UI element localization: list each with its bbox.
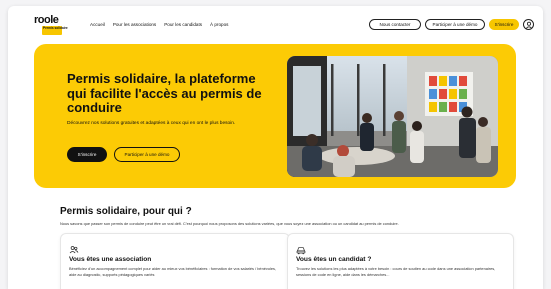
contact-button[interactable]: Nous contacter: [369, 19, 421, 30]
hero-demo-button[interactable]: Participer à une démo: [114, 147, 180, 162]
people-icon: [69, 242, 79, 254]
candidate-card[interactable]: Vous êtes un candidat ? Trouvez les solu…: [287, 233, 514, 289]
association-card[interactable]: Vous êtes une association Bénéficiez d'u…: [60, 233, 290, 289]
logo-subtitle: Permis solidaire: [43, 26, 68, 30]
header: roole Permis solidaire Accueil Pour les …: [8, 6, 543, 40]
candidate-card-text: Trouvez les solutions les plus adaptées …: [296, 266, 496, 277]
section-title: Permis solidaire, pour qui ?: [60, 206, 192, 217]
hero-photo: [287, 56, 498, 177]
nav-link-candidats[interactable]: Pour les candidats: [164, 22, 202, 27]
association-card-text: Bénéficiez d'un accompagnement complet p…: [69, 266, 277, 277]
demo-button[interactable]: Participer à une démo: [425, 19, 485, 30]
nav-link-accueil[interactable]: Accueil: [90, 22, 105, 27]
candidate-card-title: Vous êtes un candidat ?: [296, 256, 372, 263]
signup-button[interactable]: S'inscrire: [489, 19, 519, 30]
hero-description: Découvrez nos solutions gratuites et ada…: [67, 121, 236, 126]
logo-text: roole: [34, 14, 59, 26]
hero-signup-button[interactable]: S'inscrire: [67, 147, 107, 162]
hero-title: Permis solidaire, la plateforme qui faci…: [67, 71, 262, 115]
page: roole Permis solidaire Accueil Pour les …: [8, 6, 543, 289]
nav-link-associations[interactable]: Pour les associations: [113, 22, 156, 27]
association-card-title: Vous êtes une association: [69, 256, 152, 263]
hero-banner: Permis solidaire, la plateforme qui faci…: [34, 44, 516, 188]
logo[interactable]: roole Permis solidaire: [34, 14, 68, 37]
car-icon: [296, 242, 306, 255]
nav-link-a-propos[interactable]: À propos: [210, 22, 228, 27]
user-icon[interactable]: [523, 19, 534, 30]
section-subtitle: Nous savons que passer son permis de con…: [60, 221, 399, 226]
main-nav: Accueil Pour les associations Pour les c…: [90, 22, 228, 27]
